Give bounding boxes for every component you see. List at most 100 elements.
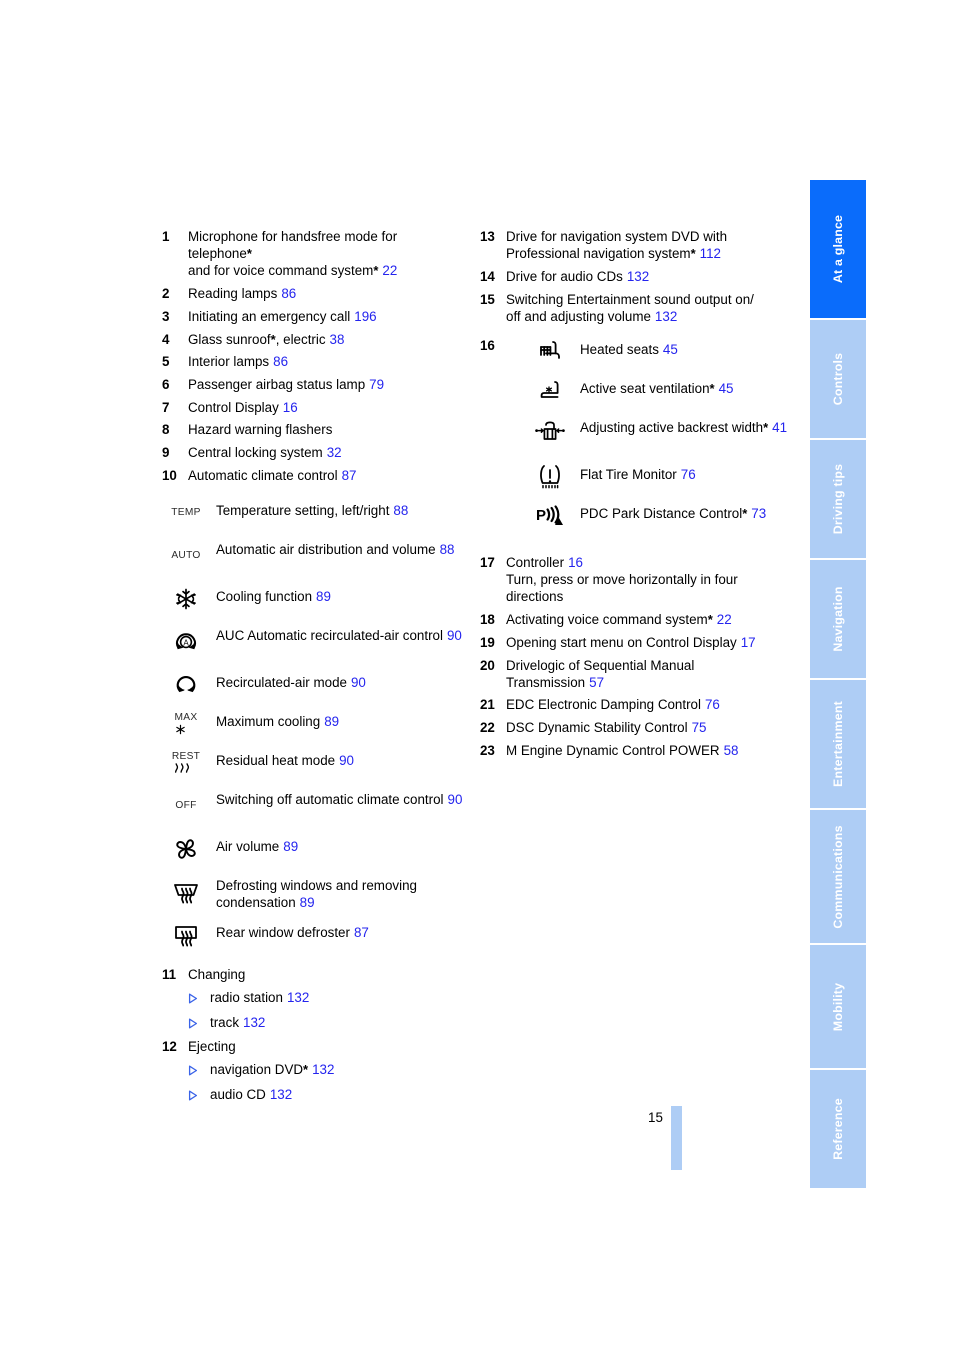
list-item: 19 Opening start menu on Control Display… xyxy=(480,634,800,651)
page-reference[interactable]: 90 xyxy=(448,792,463,807)
page-reference[interactable]: 132 xyxy=(243,1015,265,1030)
page-reference[interactable]: 16 xyxy=(568,555,583,570)
item-line: Microphone for handsfree mode for xyxy=(188,229,398,244)
page-reference[interactable]: 57 xyxy=(589,675,604,690)
page-reference[interactable]: 88 xyxy=(440,542,455,557)
item-number: 15 xyxy=(480,291,495,307)
icon-item-text: PDC Park Distance Control* 73 xyxy=(580,501,800,522)
list-item: 11 Changing xyxy=(162,966,482,983)
page-reference[interactable]: 132 xyxy=(627,269,649,284)
item-text: Opening start menu on Control Display 17 xyxy=(506,634,800,651)
page-reference[interactable]: 132 xyxy=(655,309,677,324)
tab-reference[interactable]: Reference xyxy=(810,1070,866,1188)
page-reference[interactable]: 76 xyxy=(705,697,720,712)
icon-item-text: Recirculated-air mode 90 xyxy=(216,670,482,691)
tab-controls[interactable]: Controls xyxy=(810,320,866,440)
tab-label: Driving tips xyxy=(831,463,845,535)
page-reference[interactable]: 75 xyxy=(692,720,707,735)
item-number: 7 xyxy=(162,399,170,415)
list-item: audio CD 132 xyxy=(188,1086,482,1105)
page-reference[interactable]: 58 xyxy=(724,743,739,758)
item-text: Microphone for handsfree mode for teleph… xyxy=(188,228,482,280)
page-reference[interactable]: 89 xyxy=(324,714,339,729)
page-reference[interactable]: 112 xyxy=(700,246,721,261)
page-reference[interactable]: 22 xyxy=(382,263,397,278)
fan-air-volume-icon xyxy=(162,834,210,864)
item-label: Ejecting xyxy=(188,1039,236,1055)
icon-item-label: AUC Automatic recirculated-air control xyxy=(216,627,443,643)
page-reference[interactable]: 45 xyxy=(719,381,734,396)
list-item: 23 M Engine Dynamic Control POWER 58 xyxy=(480,742,800,759)
page-reference[interactable]: 196 xyxy=(354,309,376,324)
asterisk-marker: * xyxy=(690,246,696,262)
icon-item-text: Heated seats 45 xyxy=(580,337,800,358)
item-number: 10 xyxy=(162,467,177,483)
heated-seat-icon xyxy=(526,337,574,367)
page-reference[interactable]: 87 xyxy=(342,468,357,483)
item-number: 9 xyxy=(162,445,170,461)
page-reference[interactable]: 17 xyxy=(741,635,756,650)
page-reference[interactable]: 132 xyxy=(287,990,309,1005)
page-reference[interactable]: 45 xyxy=(663,342,678,357)
icon-item-label: Adjusting active backrest width xyxy=(580,420,764,436)
item-label: Initiating an emergency call xyxy=(188,308,351,324)
rear-window-defroster-icon xyxy=(162,920,210,950)
item-number: 6 xyxy=(162,376,170,392)
item-number: 12 xyxy=(162,1039,177,1055)
page-reference[interactable]: 90 xyxy=(339,753,354,768)
list-item: 10 Automatic climate control 87 xyxy=(162,467,482,484)
item-label: Controller xyxy=(506,555,565,571)
list-item-16: 16 Heated seats 45 Active seat ventilati… xyxy=(480,337,800,540)
page-reference[interactable]: 32 xyxy=(327,445,342,460)
asterisk-marker: * xyxy=(763,420,769,436)
tab-communications[interactable]: Communications xyxy=(810,810,866,945)
page-reference[interactable]: 79 xyxy=(369,377,384,392)
tab-label: Communications xyxy=(831,824,845,929)
page-reference[interactable]: 76 xyxy=(681,467,696,482)
item-line: Switching Entertainment sound output on/ xyxy=(506,291,754,307)
page-reference[interactable]: 89 xyxy=(283,839,298,854)
item-number: 18 xyxy=(480,612,495,628)
item-text: Switching Entertainment sound output on/… xyxy=(506,291,800,325)
item-line: and for voice command system xyxy=(188,263,374,279)
page-reference[interactable]: 90 xyxy=(351,675,366,690)
item-label: EDC Electronic Damping Control xyxy=(506,697,701,713)
page-reference[interactable]: 89 xyxy=(316,589,331,604)
page-reference[interactable]: 87 xyxy=(354,925,369,940)
item-line: Professional navigation system xyxy=(506,246,691,262)
tab-label: Navigation xyxy=(831,586,845,652)
item-number: 1 xyxy=(162,229,170,244)
tab-driving-tips[interactable]: Driving tips xyxy=(810,440,866,560)
page-reference[interactable]: 38 xyxy=(330,332,345,347)
tab-at-a-glance[interactable]: At a glance xyxy=(810,180,866,320)
page-reference[interactable]: 89 xyxy=(300,895,315,910)
item-label: Reading lamps xyxy=(188,286,278,302)
page-reference[interactable]: 16 xyxy=(283,400,298,415)
page-reference[interactable]: 132 xyxy=(270,1087,292,1102)
page-number-bar xyxy=(671,1106,682,1170)
page-reference[interactable]: 88 xyxy=(393,503,408,518)
item-number: 21 xyxy=(480,697,495,713)
icon-item-label: Air volume xyxy=(216,838,280,854)
page-reference[interactable]: 73 xyxy=(751,506,766,521)
icon-list-item: Adjusting active backrest width* 41 xyxy=(526,415,800,453)
page-reference[interactable]: 86 xyxy=(281,286,296,301)
item-label: Automatic climate control xyxy=(188,467,338,483)
page-reference[interactable]: 132 xyxy=(312,1062,334,1077)
icon-item-text: Automatic air distribution and volume 88 xyxy=(216,537,482,558)
page-reference[interactable]: 41 xyxy=(772,420,787,435)
pdc-park-distance-icon: P xyxy=(526,501,574,531)
bullet-text: radio station 132 xyxy=(210,989,309,1006)
tab-label: At a glance xyxy=(831,214,845,284)
page-reference[interactable]: 22 xyxy=(717,612,732,627)
list-item: 6 Passenger airbag status lamp 79 xyxy=(162,376,482,393)
page-reference[interactable]: 90 xyxy=(447,628,462,643)
item-text: Central locking system 32 xyxy=(188,444,482,461)
climate-control-icon-list: TEMP Temperature setting, left/right 88 A… xyxy=(162,498,482,950)
tab-mobility[interactable]: Mobility xyxy=(810,945,866,1070)
page-reference[interactable]: 86 xyxy=(273,354,288,369)
bullet-text: audio CD 132 xyxy=(210,1086,292,1103)
tab-entertainment[interactable]: Entertainment xyxy=(810,680,866,810)
tab-navigation[interactable]: Navigation xyxy=(810,560,866,680)
icon-list-item: Defrosting windows and removing condensa… xyxy=(162,873,482,911)
